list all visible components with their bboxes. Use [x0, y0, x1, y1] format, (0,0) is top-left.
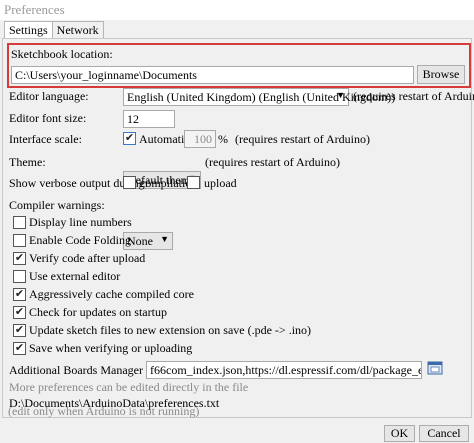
window-title: Preferences — [0, 0, 474, 20]
theme-note: (requires restart of Arduino) — [205, 155, 340, 169]
theme-label: Theme: — [9, 155, 46, 169]
cancel-button[interactable]: Cancel — [419, 425, 469, 442]
check-icon: ✔ — [13, 288, 26, 301]
tab-bar: Settings Network — [4, 21, 104, 40]
settings-panel: Sketchbook location: C:\Users\your_login… — [2, 38, 474, 418]
font-size-field[interactable]: 12 — [123, 110, 175, 128]
check-icon: ✔ — [13, 342, 26, 355]
more-preferences-note: More preferences can be edited directly … — [9, 380, 249, 394]
font-size-label: Editor font size: — [9, 111, 87, 125]
check-icon: ✔ — [13, 306, 26, 319]
browse-button[interactable]: Browse — [417, 65, 465, 84]
interface-scale-label: Interface scale: — [9, 132, 82, 146]
editor-language-label: Editor language: — [9, 89, 89, 103]
scale-percent-field[interactable]: 100 — [184, 130, 216, 148]
sketchbook-path-field[interactable]: C:\Users\your_loginname\Documents — [11, 66, 414, 84]
editor-language-select[interactable]: English (United Kingdom) (English (Unite… — [123, 88, 395, 106]
automatic-scale-label: Automatic — [139, 132, 190, 146]
edit-only-note: (edit only when Arduino is not running) — [8, 404, 200, 418]
tab-network[interactable]: Network — [51, 21, 104, 39]
window-icon[interactable] — [427, 360, 443, 376]
checkbox-icon — [13, 216, 26, 229]
verbose-upload-checkbox[interactable] — [187, 176, 201, 190]
check-icon: ✔ — [13, 324, 26, 337]
sketchbook-label: Sketchbook location: — [11, 47, 113, 61]
editor-language-note: (requires restart of Arduino) — [353, 89, 474, 103]
verbose-compilation-checkbox[interactable] — [123, 176, 137, 190]
checkbox-icon — [13, 270, 26, 283]
verbose-upload-label: upload — [204, 176, 237, 190]
chevron-down-icon: ▼ — [336, 90, 345, 100]
ok-button[interactable]: OK — [384, 425, 415, 442]
compiler-warnings-label: Compiler warnings: — [9, 198, 105, 212]
automatic-scale-checkbox[interactable]: ✔ — [123, 132, 137, 146]
chevron-down-icon: ▼ — [160, 234, 169, 244]
checkbox-icon — [13, 234, 26, 247]
boards-manager-urls-field[interactable]: f66com_index.json,https://dl.espressif.c… — [146, 361, 422, 379]
check-icon: ✔ — [123, 132, 136, 145]
interface-scale-note: (requires restart of Arduino) — [235, 132, 370, 146]
check-icon: ✔ — [13, 252, 26, 265]
scale-percent-sign: % — [218, 132, 228, 146]
